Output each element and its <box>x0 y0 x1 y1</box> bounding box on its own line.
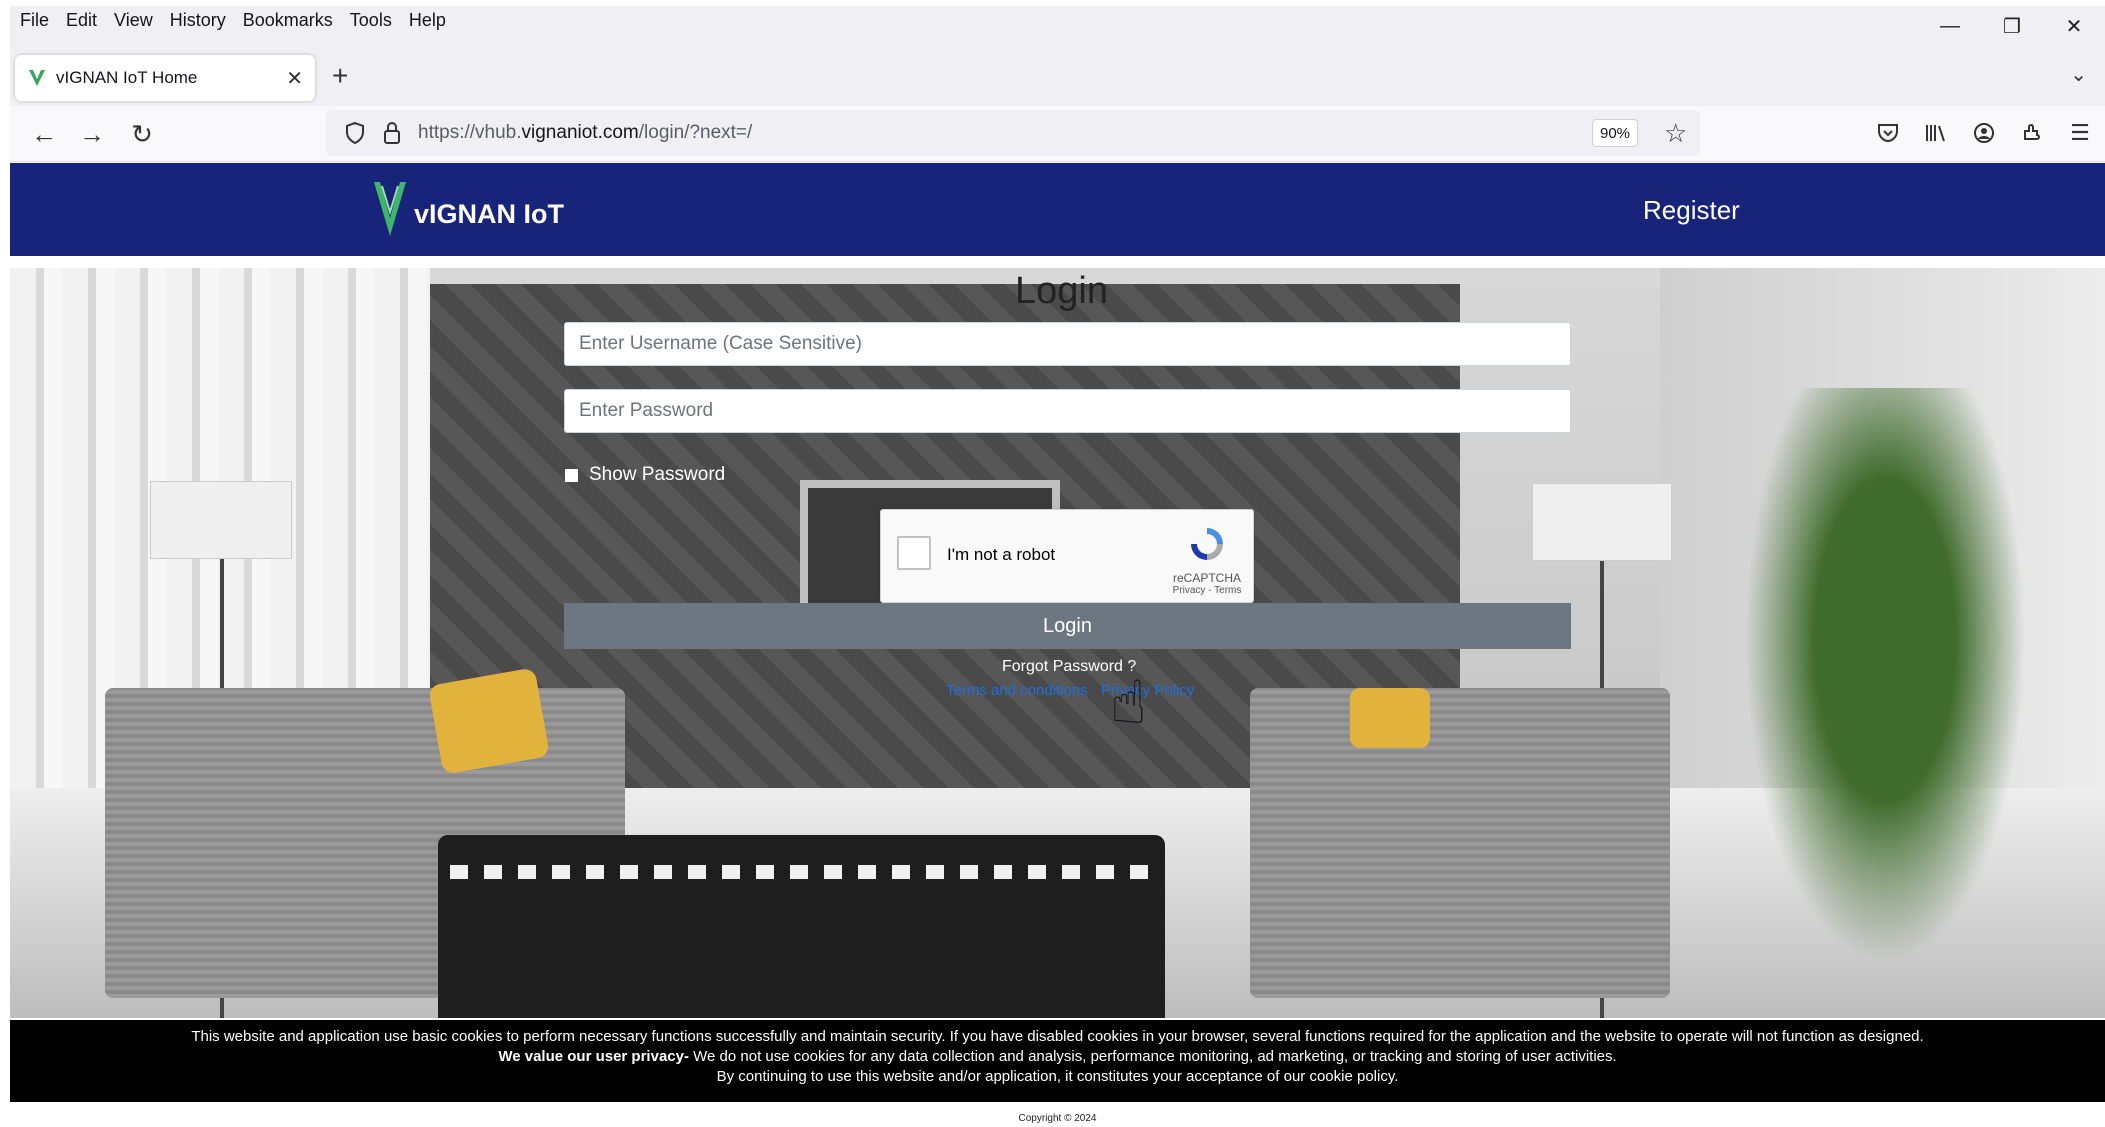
minimize-button[interactable]: — <box>1919 6 1981 46</box>
background-lamp-right <box>1532 483 1672 561</box>
close-tab-icon[interactable]: ✕ <box>286 66 303 91</box>
library-icon[interactable] <box>1921 116 1951 150</box>
background-pillow <box>428 667 550 775</box>
menu-history[interactable]: History <box>170 10 226 31</box>
background-armchair <box>438 835 1165 1018</box>
vignan-logo-icon <box>374 182 406 236</box>
app-menu-icon[interactable]: ☰ <box>2065 116 2095 150</box>
password-input[interactable] <box>565 390 1570 432</box>
register-link[interactable]: Register <box>1643 195 1740 226</box>
copyright-text: Copyright © 2024 <box>1018 1113 1097 1124</box>
username-input[interactable] <box>565 323 1570 365</box>
login-title: Login <box>1015 270 1108 312</box>
username-field[interactable] <box>564 322 1571 366</box>
background-pillow <box>1350 688 1430 748</box>
url-text[interactable]: https://vhub.vignaniot.com/login/?next=/ <box>418 122 752 144</box>
zoom-level-button[interactable]: 90% <box>1592 119 1638 147</box>
back-button[interactable]: ← <box>26 116 62 152</box>
reload-button[interactable]: ↻ <box>124 116 160 152</box>
tab-vignan-iot-home[interactable]: vIGNAN IoT Home ✕ <box>15 55 315 101</box>
lock-icon[interactable] <box>382 120 402 146</box>
background-plant <box>1720 388 2050 1018</box>
terms-link[interactable]: Terms and conditions <box>946 682 1088 699</box>
forward-button[interactable]: → <box>74 116 110 152</box>
recaptcha-logo-icon <box>1191 528 1223 560</box>
pocket-icon[interactable] <box>1873 116 1903 150</box>
list-all-tabs-icon[interactable]: ⌄ <box>2070 62 2087 87</box>
menu-edit[interactable]: Edit <box>66 10 97 31</box>
background-armchair-trim <box>450 865 1150 879</box>
show-password-checkbox[interactable] <box>565 468 578 482</box>
menu-help[interactable]: Help <box>409 10 446 31</box>
recaptcha-brand-text: reCAPTCHA <box>1172 571 1241 585</box>
menu-file[interactable]: File <box>20 10 49 31</box>
pointer-hand-cursor-icon: ☝ <box>1110 669 1147 736</box>
cookie-text-line1: This website and application use basic c… <box>191 1028 1924 1045</box>
site-brand-name: vIGNAN IoT <box>414 199 565 229</box>
recaptcha-checkbox[interactable] <box>897 536 931 570</box>
close-window-button[interactable]: ✕ <box>2043 6 2105 46</box>
recaptcha-links[interactable]: Privacy - Terms <box>1167 585 1247 596</box>
login-button[interactable]: Login <box>564 603 1571 649</box>
bookmark-star-icon[interactable]: ☆ <box>1664 118 1687 149</box>
site-logo[interactable]: vIGNAN IoT <box>372 180 564 238</box>
web-page: vIGNAN IoT Register Login Enter Username… <box>10 163 2105 1127</box>
show-password-label: Show Password <box>589 464 726 485</box>
show-password-toggle[interactable]: Show Password <box>565 464 725 486</box>
browser-window: File Edit View History Bookmarks Tools H… <box>10 6 2105 1127</box>
restore-button[interactable]: ❐ <box>1981 6 2043 46</box>
menu-view[interactable]: View <box>114 10 153 31</box>
cookie-banner: This website and application use basic c… <box>10 1020 2105 1102</box>
extensions-icon[interactable] <box>2017 116 2047 150</box>
password-field[interactable] <box>564 389 1571 433</box>
site-header: vIGNAN IoT Register <box>10 163 2105 256</box>
shield-icon[interactable] <box>344 121 366 145</box>
cookie-text-line3: By continuing to use this website and/or… <box>716 1068 1399 1085</box>
url-bar[interactable]: https://vhub.vignaniot.com/login/?next=/… <box>326 110 1700 156</box>
navigation-bar: ← → ↻ https://vhub.vignaniot.com/login/?… <box>10 106 2105 162</box>
menu-bookmarks[interactable]: Bookmarks <box>243 10 333 31</box>
background-sofa-right <box>1250 688 1670 998</box>
menu-tools[interactable]: Tools <box>350 10 392 31</box>
tab-title: vIGNAN IoT Home <box>56 68 198 87</box>
background-lamp-left <box>150 481 292 559</box>
recaptcha-widget: I'm not a robot reCAPTCHA Privacy - Term… <box>880 509 1254 603</box>
recaptcha-branding: reCAPTCHA Privacy - Terms <box>1167 524 1247 596</box>
new-tab-button[interactable]: + <box>332 60 348 92</box>
recaptcha-label: I'm not a robot <box>947 545 1056 564</box>
cookie-text-line2: We value our user privacy- We do not use… <box>498 1048 1617 1065</box>
menu-bar: File Edit View History Bookmarks Tools H… <box>10 6 2105 46</box>
hero-background: Login Show Password I'm not a robot <box>10 268 2105 1018</box>
vignan-favicon-icon <box>29 70 45 86</box>
tab-bar: vIGNAN IoT Home ✕ + ⌄ <box>10 46 2105 106</box>
account-icon[interactable] <box>1969 116 1999 150</box>
